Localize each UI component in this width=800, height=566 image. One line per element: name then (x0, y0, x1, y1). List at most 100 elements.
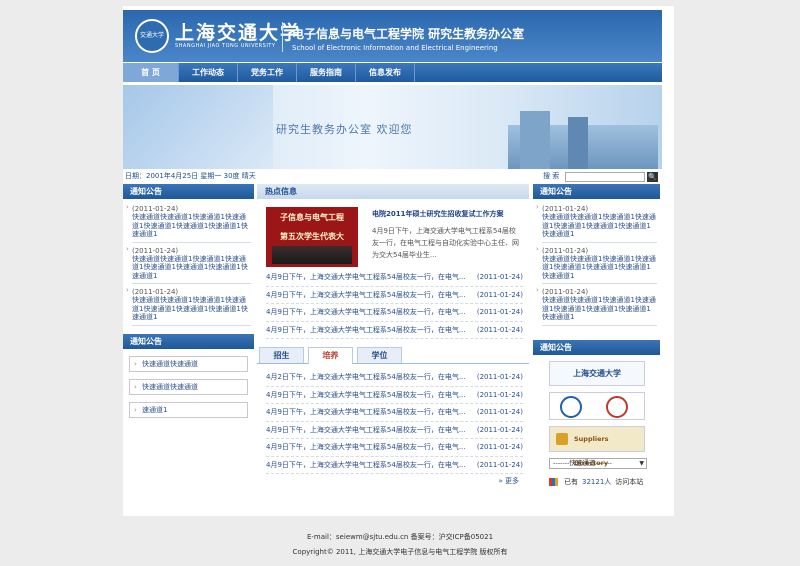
list-item[interactable]: (2011-01-24) 快速通道快速通道1快速通道1快速通道1快速通道1快速通… (126, 203, 251, 243)
list-item[interactable]: (2011-01-24) 快速通道快速通道1快速通道1快速通道1快速通道1快速通… (126, 286, 251, 326)
news-row[interactable]: 4月9日下午，上海交通大学电气工程系54届校友一行，在电气... (2011-01… (266, 287, 523, 304)
news-row[interactable]: 4月9日下午，上海交通大学电气工程系54届校友一行，在电气... (2011-01… (266, 387, 523, 404)
partner-emblems-link[interactable] (549, 391, 645, 420)
school-name-cn: 电子信息与电气工程学院 研究生教务办公室 (292, 27, 525, 41)
featured-news-image[interactable]: 子信息与电气工程 第五次学生代表大 (266, 207, 358, 267)
partner-logos: 上海交通大学 Suppliers Directory -------快速通道--… (533, 355, 660, 487)
site-header: 交通大学 上海交通大学 SHANGHAI JIAO TONG UNIVERSIT… (123, 10, 662, 62)
building-image (508, 111, 658, 169)
bar-chart-icon (549, 477, 558, 486)
sjtu-logo-link[interactable]: 上海交通大学 (549, 360, 645, 386)
list-item[interactable]: (2011-01-24) 快速通道快速通道1快速通道1快速通道1快速通道1快速通… (536, 245, 657, 284)
news-row[interactable]: 4月9日下午，上海交通大学电气工程系54届校友一行，在电气... (2011-01… (266, 422, 523, 439)
news-row[interactable]: 4月9日下午，上海交通大学电气工程系54届校友一行，在电气... (2011-01… (266, 457, 523, 474)
school-name-en: School of Electronic Information and Ele… (292, 44, 498, 52)
featured-news: 子信息与电气工程 第五次学生代表大 电院2011年硕士研究生招收复试工作方案 4… (257, 199, 529, 269)
quick-access-select[interactable]: -------快速通道------- ▼ (549, 457, 647, 469)
tab-news-list: 4月2日下午，上海交通大学电气工程系54届校友一行，在电气... (2011-01… (257, 364, 529, 474)
suppliers-directory-link[interactable]: Suppliers Directory (549, 425, 645, 467)
news-row[interactable]: 4月2日下午，上海交通大学电气工程系54届校友一行，在电气... (2011-01… (266, 369, 523, 387)
featured-news-title[interactable]: 电院2011年硕士研究生招收复试工作方案 (372, 209, 522, 219)
news-date: (2011-01-24) (476, 443, 523, 451)
news-link[interactable]: 4月9日下午，上海交通大学电气工程系54届校友一行，在电气... (266, 457, 466, 474)
banner-decoration (123, 85, 273, 169)
notice-date: (2011-01-24) (542, 288, 589, 296)
news-link[interactable]: 4月9日下午，上海交通大学电气工程系54届校友一行，在电气... (266, 439, 466, 456)
notice-date: (2011-01-24) (132, 246, 179, 255)
news-date: (2011-01-24) (476, 425, 523, 434)
left-quick-title: 通知公告 (123, 334, 254, 349)
notice-date: (2011-01-24) (542, 246, 589, 255)
news-row[interactable]: 4月9日下午，上海交通大学电气工程系54届校友一行，在电气... (2011-01… (266, 322, 523, 339)
news-row[interactable]: 4月9日下午，上海交通大学电气工程系54届校友一行，在电气... (2011-01… (266, 269, 523, 287)
news-link[interactable]: 4月9日下午，上海交通大学电气工程系54届校友一行，在电气... (266, 304, 466, 321)
university-name-en: SHANGHAI JIAO TONG UNIVERSITY (175, 43, 276, 49)
news-link[interactable]: 4月9日下午，上海交通大学电气工程系54届校友一行，在电气... (266, 322, 466, 339)
tab-training[interactable]: 培养 (308, 347, 353, 364)
list-item[interactable]: (2011-01-24) 快速通道快速通道1快速通道1快速通道1快速通道1快速通… (536, 203, 657, 243)
quick-link-list: 快速通道快速通道 快速通道快速通道 速通道1 (123, 349, 254, 432)
nav-info-release[interactable]: 信息发布 (356, 63, 415, 82)
category-tabs: 招生 培养 学位 (257, 347, 529, 364)
banner: 研究生教务办公室 欢迎您 (123, 85, 662, 169)
news-date: (2011-01-24) (476, 373, 523, 381)
more-link[interactable]: » 更多 (257, 476, 529, 486)
main-nav: 首 页 工作动态 党务工作 服务指南 信息发布 (123, 63, 662, 82)
right-notice-title: 通知公告 (533, 184, 660, 199)
news-date: (2011-01-24) (476, 390, 523, 399)
news-link[interactable]: 4月9日下午，上海交通大学电气工程系54届校友一行，在电气... (266, 287, 466, 304)
page-container: 交通大学 上海交通大学 SHANGHAI JIAO TONG UNIVERSIT… (123, 6, 674, 516)
right-column: 通知公告 (2011-01-24) 快速通道快速通道1快速通道1快速通道1快速通… (533, 184, 660, 487)
news-date: (2011-01-24) (476, 460, 523, 469)
header-divider (282, 22, 283, 52)
search-input[interactable] (565, 172, 645, 182)
group-photo (272, 246, 352, 264)
news-link[interactable]: 4月9日下午，上海交通大学电气工程系54届校友一行，在电气... (266, 387, 466, 404)
links-box: 通知公告 上海交通大学 Suppliers Directory -------快… (533, 339, 660, 487)
nav-party-work[interactable]: 党务工作 (238, 63, 297, 82)
quick-link[interactable]: 快速通道快速通道 (129, 356, 248, 372)
news-link[interactable]: 4月2日下午，上海交通大学电气工程系54届校友一行，在电气... (266, 369, 466, 386)
notice-link[interactable]: 快速通道快速通道1快速通道1快速通道1快速通道1快速通道1快速通道1快速通道1 (132, 255, 251, 281)
notice-link[interactable]: 快速通道快速通道1快速通道1快速通道1快速通道1快速通道1快速通道1快速通道1 (132, 296, 251, 322)
notice-link[interactable]: 快速通道快速通道1快速通道1快速通道1快速通道1快速通道1快速通道1快速通道1 (132, 213, 251, 239)
notice-link[interactable]: 快速通道快速通道1快速通道1快速通道1快速通道1快速通道1快速通道1快速通道1 (542, 296, 657, 322)
notice-link[interactable]: 快速通道快速通道1快速通道1快速通道1快速通道1快速通道1快速通道1快速通道1 (542, 213, 657, 239)
featured-image-line1: 子信息与电气工程 (280, 213, 344, 222)
news-date: (2011-01-24) (476, 308, 523, 316)
news-row[interactable]: 4月9日下午，上海交通大学电气工程系54届校友一行，在电气... (2011-01… (266, 439, 523, 457)
left-notice-title: 通知公告 (123, 184, 254, 199)
tab-degree[interactable]: 学位 (357, 347, 402, 363)
footer-contact: E-mail：seiewm@sjtu.edu.cn 备案号：沪交ICP备0502… (306, 533, 494, 541)
left-quick-box: 通知公告 快速通道快速通道 快速通道快速通道 速通道1 (123, 334, 254, 432)
nav-service-guide[interactable]: 服务指南 (297, 63, 356, 82)
hot-news-title: 热点信息 (257, 184, 529, 199)
news-row[interactable]: 4月9日下午，上海交通大学电气工程系54届校友一行，在电气... (2011-01… (266, 404, 523, 422)
notice-date: (2011-01-24) (132, 205, 179, 213)
search-label: 搜 索 (543, 172, 560, 180)
notice-date: (2011-01-24) (132, 288, 179, 296)
nav-work-news[interactable]: 工作动态 (179, 63, 238, 82)
visits-prefix: 已有 (564, 477, 578, 486)
date-bar: 日期：2001年4月25日 星期一 30度 晴天 搜 索 🔍 (125, 169, 662, 184)
news-date: (2011-01-24) (476, 290, 523, 299)
list-item[interactable]: (2011-01-24) 快速通道快速通道1快速通道1快速通道1快速通道1快速通… (536, 286, 657, 326)
notice-link[interactable]: 快速通道快速通道1快速通道1快速通道1快速通道1快速通道1快速通道1快速通道1 (542, 255, 657, 281)
list-item[interactable]: (2011-01-24) 快速通道快速通道1快速通道1快速通道1快速通道1快速通… (126, 245, 251, 284)
news-link[interactable]: 4月9日下午，上海交通大学电气工程系54届校友一行，在电气... (266, 422, 466, 439)
banner-welcome-text: 研究生教务办公室 欢迎您 (276, 123, 413, 136)
notice-date: (2011-01-24) (542, 205, 589, 213)
search-button[interactable]: 🔍 (647, 172, 658, 182)
chevron-down-icon: ▼ (639, 459, 644, 467)
tab-admission[interactable]: 招生 (259, 347, 304, 363)
visits-count: 32121人 (582, 477, 612, 486)
news-row[interactable]: 4月9日下午，上海交通大学电气工程系54届校友一行，在电气... (2011-01… (266, 304, 523, 322)
quick-link[interactable]: 快速通道快速通道 (129, 379, 248, 395)
date-weather-text: 日期：2001年4月25日 星期一 30度 晴天 (125, 172, 256, 180)
news-link[interactable]: 4月9日下午，上海交通大学电气工程系54届校友一行，在电气... (266, 404, 466, 421)
quick-link[interactable]: 速通道1 (129, 402, 248, 418)
news-link[interactable]: 4月9日下午，上海交通大学电气工程系54届校友一行，在电气... (266, 269, 466, 286)
featured-image-line2: 第五次学生代表大 (280, 232, 344, 241)
emblem-icon (606, 395, 628, 418)
nav-home[interactable]: 首 页 (123, 63, 179, 82)
